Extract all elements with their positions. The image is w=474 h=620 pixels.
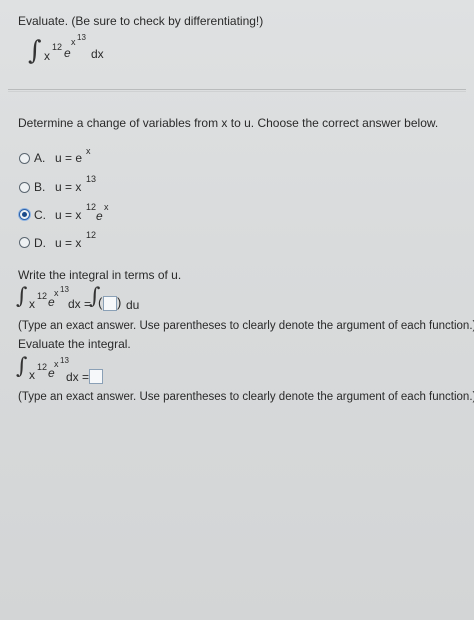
eq3-exp12: 12 bbox=[37, 362, 48, 372]
option-b-sup[interactable]: 13 bbox=[86, 174, 96, 184]
eq2-exp12: 12 bbox=[37, 291, 48, 301]
part2-hint: (Type an exact answer. Use parentheses t… bbox=[18, 320, 474, 332]
answer-input[interactable] bbox=[89, 369, 103, 384]
option-b-text[interactable]: u = x bbox=[55, 180, 81, 194]
eq3-x: x bbox=[29, 368, 35, 382]
paren-close: ) bbox=[117, 295, 122, 310]
option-a-letter[interactable]: A. bbox=[34, 151, 45, 165]
integral-sign-2: ∫ bbox=[16, 284, 28, 309]
option-c-sup2[interactable]: x bbox=[104, 202, 109, 212]
eq3-xexp: x bbox=[54, 359, 59, 369]
integrand-dx: dx bbox=[91, 47, 104, 61]
eq2-du: du bbox=[126, 298, 140, 312]
radio-b[interactable] bbox=[19, 182, 30, 193]
integrand-exp12: 12 bbox=[52, 42, 63, 52]
radio-d[interactable] bbox=[19, 237, 30, 248]
eq2-exp13: 13 bbox=[60, 285, 69, 294]
option-a-text[interactable]: u = e bbox=[55, 151, 82, 165]
part3-hint: (Type an exact answer. Use parentheses t… bbox=[18, 391, 474, 403]
integrand-e: e bbox=[64, 46, 71, 60]
option-a-sup[interactable]: x bbox=[86, 146, 91, 156]
question-panel: Evaluate. (Be sure to check by different… bbox=[0, 0, 474, 620]
eq2-equals: dx = bbox=[68, 297, 92, 311]
option-c-text2[interactable]: e bbox=[96, 209, 103, 223]
eq3-equals: dx = bbox=[66, 370, 90, 384]
option-d-sup[interactable]: 12 bbox=[86, 230, 96, 240]
eq3-exp13: 13 bbox=[60, 356, 69, 365]
paren-open: ( bbox=[98, 295, 103, 310]
divider bbox=[8, 89, 466, 90]
eq2-x: x bbox=[29, 297, 35, 311]
instruction-text: Evaluate. (Be sure to check by different… bbox=[18, 14, 264, 28]
part1-question: Determine a change of variables from x t… bbox=[18, 116, 439, 130]
radio-a[interactable] bbox=[19, 153, 30, 164]
option-c-text[interactable]: u = x bbox=[55, 208, 81, 222]
part2-question: Write the integral in terms of u. bbox=[18, 268, 182, 282]
part3-question: Evaluate the integral. bbox=[18, 337, 131, 351]
option-c-sup[interactable]: 12 bbox=[86, 202, 96, 212]
option-b-letter[interactable]: B. bbox=[34, 180, 45, 194]
divider-shadow bbox=[8, 91, 466, 92]
integral-sign-4: ∫ bbox=[16, 354, 28, 379]
integrand-xexp: x bbox=[71, 37, 76, 47]
eq2-xexp: x bbox=[54, 288, 59, 298]
integral-sign: ∫ bbox=[28, 36, 42, 66]
option-d-text[interactable]: u = x bbox=[55, 236, 81, 250]
integrand-exp13: 13 bbox=[77, 33, 86, 42]
radio-c[interactable] bbox=[19, 209, 30, 220]
option-c-letter[interactable]: C. bbox=[34, 208, 46, 222]
option-d-letter[interactable]: D. bbox=[34, 236, 46, 250]
u-integrand-input[interactable] bbox=[103, 296, 117, 311]
integrand-x: x bbox=[44, 49, 50, 63]
